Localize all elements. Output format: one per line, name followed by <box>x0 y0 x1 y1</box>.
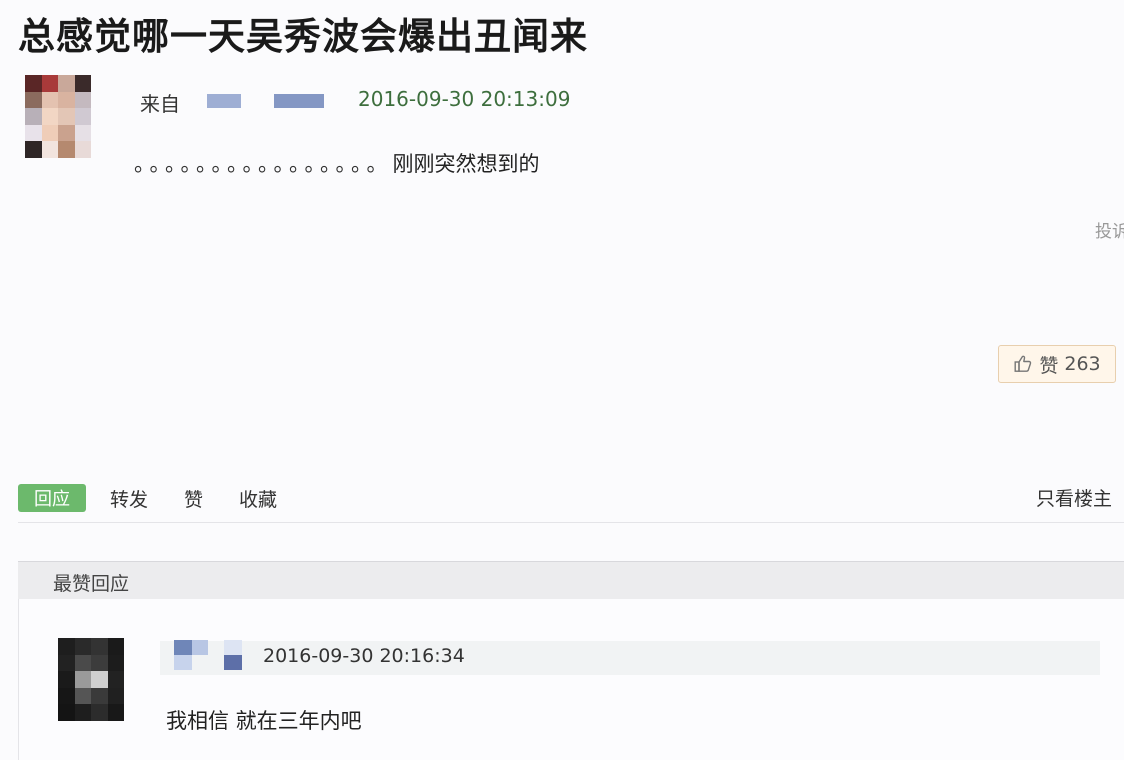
post-timestamp: 2016-09-30 20:13:09 <box>358 87 571 111</box>
post-title: 总感觉哪一天吴秀波会爆出丑闻来 <box>18 15 588 58</box>
best-replies-title: 最赞回应 <box>53 573 130 595</box>
like-count: 263 <box>1064 353 1101 375</box>
reply-timestamp: 2016-09-30 20:16:34 <box>263 645 465 667</box>
like-label: 赞 <box>1039 354 1059 377</box>
reply-text: 我相信 就在三年内吧 <box>166 709 362 733</box>
divider <box>18 522 1124 523</box>
author-name-redacted[interactable] <box>274 94 324 108</box>
best-replies-header: 最赞回应 <box>18 561 1124 600</box>
author-avatar[interactable] <box>25 75 91 158</box>
author-name-redacted[interactable] <box>207 94 241 108</box>
post-body-text: 刚刚突然想到的 <box>392 152 540 176</box>
thumbs-up-icon <box>1014 355 1032 372</box>
from-label: 来自 <box>140 92 180 116</box>
only-op-link[interactable]: 只看楼主 <box>1036 484 1112 511</box>
forward-link[interactable]: 转发 <box>110 485 148 512</box>
like-button[interactable]: 赞 263 <box>998 345 1116 383</box>
reply-avatar[interactable] <box>58 638 124 721</box>
post-actions: 回应 转发 赞 收藏 <box>18 484 277 512</box>
collect-link[interactable]: 收藏 <box>239 485 277 512</box>
post-body: 。。。。。。。。。。。。。。。。刚刚突然想到的 <box>134 148 540 178</box>
post-body-dots: 。。。。。。。。。。。。。。。。 <box>134 152 393 176</box>
reply-item <box>18 599 1124 760</box>
like-link[interactable]: 赞 <box>184 485 203 512</box>
reply-button[interactable]: 回应 <box>18 484 86 512</box>
report-link[interactable]: 投诉 <box>1095 217 1124 242</box>
